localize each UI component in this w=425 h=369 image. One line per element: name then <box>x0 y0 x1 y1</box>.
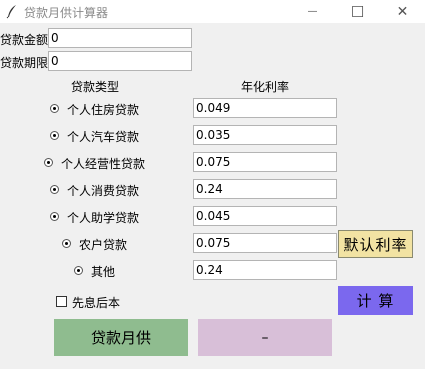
student-loan-label: 个人助学贷款 <box>67 211 140 225</box>
radio-business-loan[interactable] <box>44 158 53 167</box>
loan-amount-input[interactable]: 0 <box>48 28 192 48</box>
radio-other-loan[interactable] <box>74 266 83 275</box>
window-title: 贷款月供计算器 <box>24 6 109 20</box>
close-icon: ✕ <box>396 3 409 20</box>
car-loan-rate-input[interactable]: 0.035 <box>193 125 337 145</box>
radio-farmer-loan[interactable] <box>62 239 71 248</box>
radio-consumer-loan[interactable] <box>50 185 59 194</box>
loan-term-label: 贷款期限 <box>0 56 49 70</box>
other-loan-label: 其他 <box>91 265 116 279</box>
feather-icon <box>6 5 16 19</box>
loan-amount-label: 贷款金额 <box>0 33 49 47</box>
student-loan-rate-input[interactable]: 0.045 <box>193 206 337 226</box>
farmer-loan-label: 农户贷款 <box>79 238 128 252</box>
radio-housing-loan[interactable] <box>50 104 59 113</box>
calculate-button[interactable]: 计 算 <box>338 286 413 315</box>
result-display: – <box>198 319 332 356</box>
farmer-loan-rate-input[interactable]: 0.075 <box>193 233 337 253</box>
minimize-icon: — <box>307 6 318 17</box>
close-button[interactable]: ✕ <box>380 0 425 23</box>
maximize-icon: ☐ <box>350 2 365 21</box>
consumer-loan-rate-input[interactable]: 0.24 <box>193 179 337 199</box>
business-loan-label: 个人经营性贷款 <box>61 157 146 171</box>
car-loan-label: 个人汽车贷款 <box>67 130 140 144</box>
other-loan-rate-input[interactable]: 0.24 <box>193 260 337 280</box>
radio-car-loan[interactable] <box>50 131 59 140</box>
default-rate-button[interactable]: 默认利率 <box>338 230 413 258</box>
monthly-payment-button[interactable]: 贷款月供 <box>54 319 188 356</box>
loan-term-input[interactable]: 0 <box>48 51 192 71</box>
minimize-button[interactable]: — <box>290 0 335 23</box>
interest-first-checkbox[interactable] <box>56 296 67 307</box>
consumer-loan-label: 个人消费贷款 <box>67 184 140 198</box>
title-bar: 贷款月供计算器 — ☐ ✕ <box>0 0 425 23</box>
radio-student-loan[interactable] <box>50 212 59 221</box>
business-loan-rate-input[interactable]: 0.075 <box>193 152 337 172</box>
interest-first-label: 先息后本 <box>72 296 121 310</box>
loan-type-header: 贷款类型 <box>71 80 120 94</box>
rate-header: 年化利率 <box>241 80 290 94</box>
housing-loan-rate-input[interactable]: 0.049 <box>193 98 337 118</box>
housing-loan-label: 个人住房贷款 <box>67 103 140 117</box>
maximize-button[interactable]: ☐ <box>335 0 380 23</box>
